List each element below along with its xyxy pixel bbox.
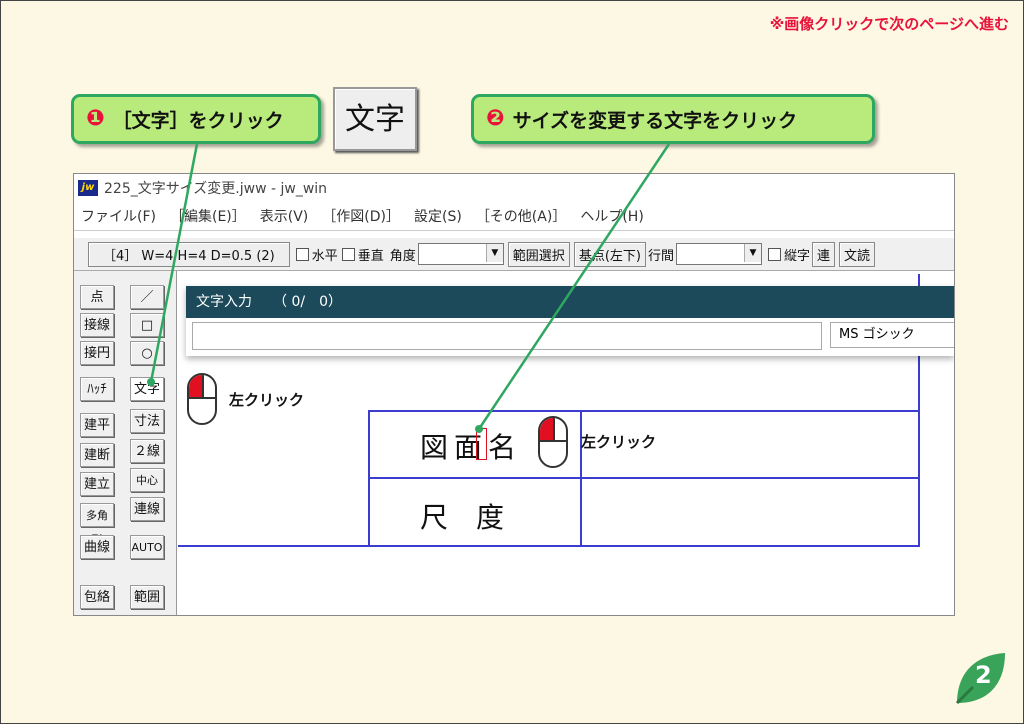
page[interactable]: ※画像クリックで次のページへ進む ❶ ［文字］をクリック 文字 ❷ サイズを変更…	[0, 0, 1024, 724]
pointer-lines	[147, 143, 671, 433]
left-click-label-2: 左クリック	[581, 433, 657, 451]
mouse-left-click-icon	[538, 416, 568, 468]
page-number: 2	[975, 661, 992, 689]
mouse-left-click-icon	[187, 373, 217, 425]
left-click-label-1: 左クリック	[229, 391, 305, 409]
